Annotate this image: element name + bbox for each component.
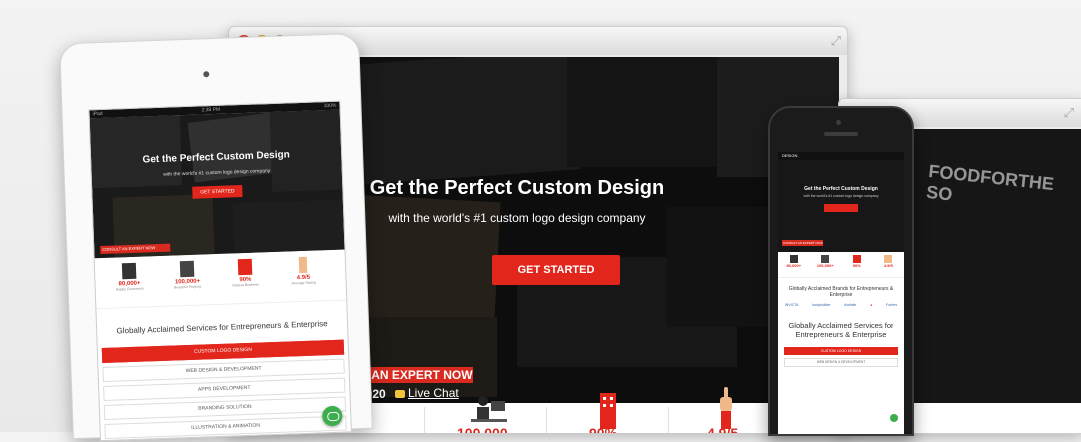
hero-title: Get the Perfect Custom Design — [804, 186, 878, 192]
stat-customers: 80,000+ — [783, 255, 805, 268]
stat-label: Happy Customers — [115, 286, 144, 292]
client-logos: INVICTA bodybuilder biotinite ● Forbes — [778, 303, 904, 307]
stat-projects: 100,000+ — [814, 255, 836, 268]
get-started-button[interactable]: GET STARTED — [192, 185, 243, 199]
portfolio-logo: FOODFORTHE SO — [925, 161, 1055, 205]
stat-value: 100,000+ — [816, 263, 834, 268]
stat-label: Repeat Business — [232, 282, 259, 288]
stat-rating: 4.9/5 — [877, 255, 899, 268]
client-logo: Forbes — [886, 303, 898, 307]
designer-at-desk-icon — [471, 396, 507, 422]
thumbs-up-icon — [298, 256, 308, 274]
services-heading: Globally Acclaimed Services for Entrepre… — [788, 321, 894, 339]
speaker-grille — [824, 132, 858, 136]
phone-hero: DESIGN Get the Perfect Custom Design wit… — [778, 152, 904, 252]
phone-header: DESIGN — [778, 152, 904, 160]
get-started-button[interactable]: GET STARTED — [492, 255, 620, 285]
building-icon — [237, 258, 253, 276]
client-logo: INVICTA — [784, 303, 799, 307]
live-chat-label: Live Chat — [408, 386, 459, 400]
menu-item-custom-logo-design[interactable]: CUSTOM LOGO DESIGN — [784, 347, 898, 355]
tablet-screen: iPad 2:38 PM 100% Get the Perfect Custom… — [88, 100, 352, 442]
consult-expert-banner[interactable]: T AN EXPERT NOW — [355, 367, 473, 383]
stat-value: 80,000+ — [786, 263, 802, 268]
stats-strip: 80,000+ 100,000+ 90% 4.9/5 — [778, 252, 904, 278]
stat-label: Beautiful Projects — [174, 284, 202, 290]
stat-customers: 80,000+ Happy Customers — [105, 262, 154, 292]
fullscreen-icon[interactable]: ⤢ — [1064, 105, 1074, 121]
building-icon — [852, 255, 861, 263]
thumbs-up-icon — [720, 387, 732, 429]
people-icon — [121, 262, 137, 280]
menu-item-web-design[interactable]: WEB DESIGN & DEVELOPMENT — [784, 358, 898, 367]
designer-icon — [179, 260, 195, 278]
phone-screen: DESIGN Get the Perfect Custom Design wit… — [778, 152, 904, 434]
stat-label: Average Rating — [291, 280, 316, 286]
chat-widget-icon[interactable] — [890, 414, 898, 422]
consult-expert-banner[interactable]: CONSULT AN EXPERT NOW — [782, 240, 823, 246]
services-heading: Globally Acclaimed Services for Entrepre… — [116, 319, 328, 336]
divider — [668, 407, 669, 433]
building-icon — [600, 393, 616, 429]
stat-projects: 100,000+ Beautiful Projects — [163, 260, 212, 290]
stat-value: 4.9/5 — [883, 263, 893, 268]
tablet-mockup: iPad 2:38 PM 100% Get the Perfect Custom… — [59, 32, 373, 442]
brand-logo[interactable]: DESIGN — [782, 152, 797, 160]
stat-repeat: 90% Repeat Business — [221, 258, 270, 288]
camera-icon — [836, 120, 841, 125]
tablet-hero: Get the Perfect Custom Design with the w… — [89, 109, 345, 259]
get-started-button[interactable] — [824, 204, 858, 212]
client-logo: biotinite — [844, 303, 857, 307]
divider — [546, 407, 547, 433]
menu-item-illustration-animation[interactable]: ILLUSTRATION & ANIMATION — [104, 415, 347, 439]
fullscreen-icon[interactable]: ⤢ — [831, 33, 841, 49]
client-logo: bodybuilder — [812, 303, 831, 307]
thumbs-up-icon — [884, 255, 893, 263]
live-chat-link[interactable]: Live Chat — [395, 386, 459, 400]
divider — [424, 407, 425, 433]
phone-mockup: DESIGN Get the Perfect Custom Design wit… — [768, 106, 914, 436]
device-label: iPad — [92, 110, 103, 118]
chat-bubble-icon — [395, 389, 405, 398]
people-icon — [789, 255, 798, 263]
stat-rating: 4.9/5 Average Rating — [279, 256, 328, 286]
stat-repeat: 90% — [846, 255, 868, 268]
hero-subtitle: with the world's #1 custom logo design c… — [803, 194, 879, 198]
brands-heading: Globally Acclaimed Brands for Entreprene… — [788, 286, 894, 298]
portfolio-tile — [232, 199, 345, 254]
client-logo: ● — [870, 303, 873, 307]
stat-value: 90% — [852, 263, 861, 268]
camera-icon — [203, 71, 210, 78]
designer-icon — [821, 255, 830, 263]
stats-strip: 80,000+ Happy Customers 100,000+ Beautif… — [94, 249, 347, 310]
